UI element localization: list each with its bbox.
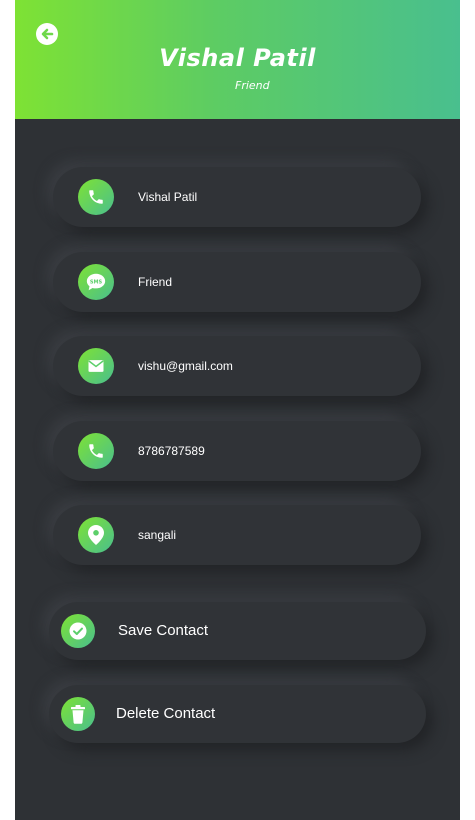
phone-value: 8786787589 [138, 444, 205, 458]
back-button[interactable] [36, 23, 58, 45]
location-field[interactable]: sangali [53, 505, 421, 565]
relation-field[interactable]: SMS Friend [53, 252, 421, 312]
contact-relation-subtitle: Friend [235, 79, 270, 92]
phone-icon [78, 433, 114, 469]
phone-field[interactable]: 8786787589 [53, 421, 421, 481]
email-field[interactable]: vishu@gmail.com [53, 336, 421, 396]
delete-contact-button[interactable]: Delete Contact [49, 685, 426, 743]
delete-contact-label: Delete Contact [116, 705, 216, 722]
contact-name-title: Vishal Patil [159, 44, 316, 72]
app-container: Vishal Patil Friend Vishal Patil SMS Fri… [15, 0, 460, 820]
save-contact-label: Save Contact [118, 622, 209, 639]
name-field[interactable]: Vishal Patil [53, 167, 421, 227]
trash-icon [61, 697, 95, 731]
save-contact-button[interactable]: Save Contact [49, 602, 426, 660]
sms-chat-icon: SMS [78, 264, 114, 300]
arrow-left-icon [41, 28, 54, 40]
check-circle-icon [61, 614, 95, 648]
relation-value: Friend [138, 275, 173, 289]
email-value: vishu@gmail.com [138, 359, 233, 373]
name-value: Vishal Patil [138, 190, 198, 204]
svg-text:SMS: SMS [90, 279, 103, 285]
phone-icon [78, 179, 114, 215]
header-banner: Vishal Patil Friend [15, 0, 460, 119]
location-pin-icon [78, 517, 114, 553]
email-icon [78, 348, 114, 384]
location-value: sangali [138, 528, 177, 542]
